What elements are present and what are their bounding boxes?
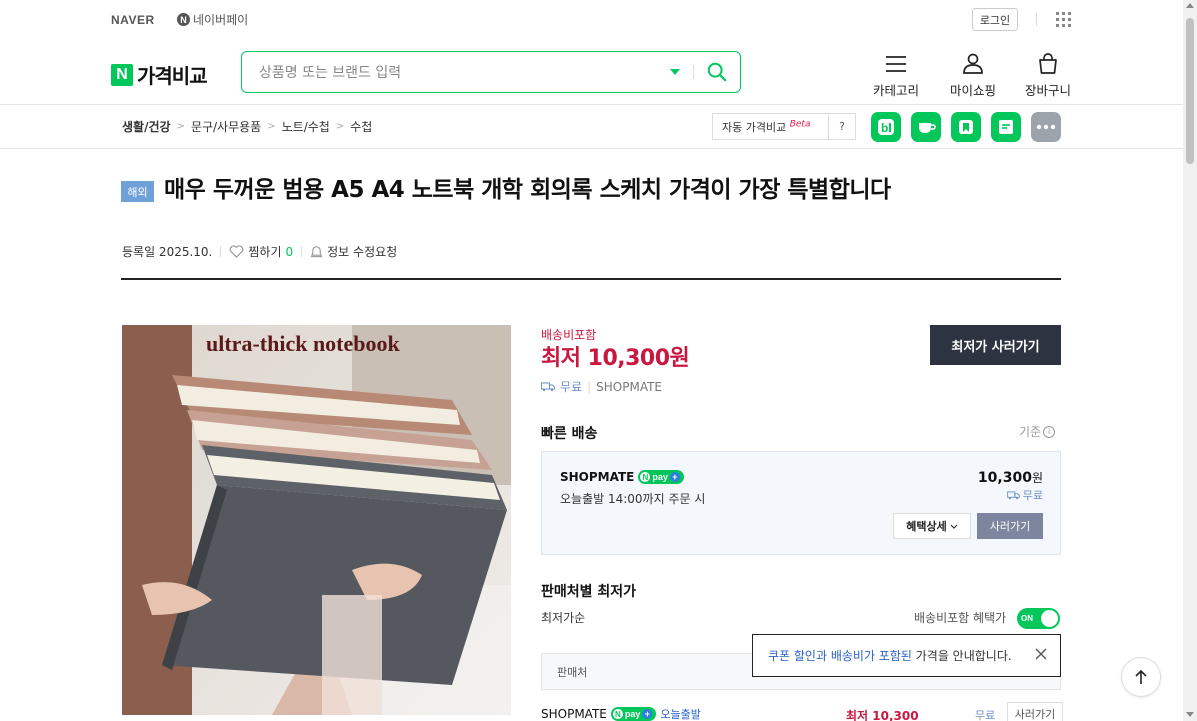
logo-text: 가격비교 xyxy=(137,64,208,88)
zzim-count: 0 xyxy=(285,244,294,259)
naver-pay-link[interactable]: N 네이버페이 xyxy=(177,11,248,28)
divider xyxy=(301,246,303,257)
criteria-button[interactable]: 기준 i xyxy=(1019,423,1056,440)
category-menu-button[interactable]: 카테고리 xyxy=(873,52,919,99)
col-seller: 판매처 xyxy=(557,666,588,679)
search-icon[interactable] xyxy=(706,61,728,83)
cafe-share-button[interactable] xyxy=(911,112,941,142)
price-compare-logo[interactable]: N 가격비교 xyxy=(111,60,208,89)
notebook-illustration: ultra-thick notebook xyxy=(122,325,511,715)
lowest-price: 최저 10,300원 xyxy=(541,346,690,371)
info-icon: i xyxy=(1043,425,1056,438)
image-caption: ultra-thick notebook xyxy=(206,331,401,356)
shipping-info: 무료 | SHOPMATE xyxy=(541,378,662,395)
scroll-up-icon[interactable] xyxy=(1186,3,1194,8)
bookmark-icon xyxy=(959,120,973,134)
today-shipping-tag: 오늘출발 xyxy=(660,708,701,721)
breadcrumb-item[interactable]: 문구/사무용품 xyxy=(191,118,261,135)
svg-text:b: b xyxy=(881,121,888,135)
naver-pay-label: 네이버페이 xyxy=(193,13,249,27)
cart-button[interactable]: 장바구니 xyxy=(1025,52,1071,99)
naver-n-logo: N xyxy=(111,63,133,86)
product-image[interactable]: ultra-thick notebook xyxy=(122,325,511,715)
search-input[interactable]: 상품명 또는 브랜드 입력 xyxy=(259,62,670,82)
breadcrumb-item[interactable]: 노트/수첩 xyxy=(282,118,330,135)
row-go-button[interactable]: 사러가기 xyxy=(1007,702,1063,721)
breadcrumb: 생활/건강 > 문구/사무용품 > 노트/수첩 > 수첩 xyxy=(122,118,372,135)
apps-grid-icon[interactable] xyxy=(1056,12,1071,27)
divider xyxy=(1036,13,1037,26)
npay-plus-badge: Npay + xyxy=(610,707,657,721)
breadcrumb-divider xyxy=(0,148,1183,149)
shipping-benefit-toggle[interactable]: ON xyxy=(1017,608,1060,629)
scrollbar-thumb[interactable] xyxy=(1186,18,1194,164)
chevron-down-icon xyxy=(950,524,958,529)
shipping-benefit-label: 배송비포함 혜택가 xyxy=(914,611,1007,625)
breadcrumb-item[interactable]: 생활/건강 xyxy=(122,118,171,135)
help-button[interactable]: ? xyxy=(828,114,855,139)
table-row[interactable]: SHOPMATE Npay + 오늘출발 xyxy=(541,706,701,721)
title-divider xyxy=(121,278,1061,280)
go-buy-button[interactable]: 사러가기 xyxy=(977,513,1043,539)
menu-icon xyxy=(886,56,906,72)
note-share-button[interactable] xyxy=(991,112,1021,142)
fast-delivery-title: 빠른 배송 xyxy=(541,426,598,442)
naver-home-link[interactable]: NAVER xyxy=(111,13,155,27)
npay-icon: N xyxy=(177,13,190,26)
row-price: 최저 10,300 xyxy=(846,709,919,721)
product-meta: 등록일 2025.10. 찜하기 0 정보 수정요청 xyxy=(122,243,397,260)
fast-delivery-price: 10,300원 xyxy=(977,470,1043,486)
breadcrumb-arrow-icon: > xyxy=(267,121,276,132)
buy-lowest-button[interactable]: 최저가 사러가기 xyxy=(930,325,1061,365)
fast-delivery-shipping: 무료 xyxy=(1000,487,1043,503)
seller-name[interactable]: SHOPMATE xyxy=(596,380,662,394)
keep-share-button[interactable] xyxy=(951,112,981,142)
more-dots-icon xyxy=(1036,124,1056,130)
seller-lowest-title: 판매처별 최저가 xyxy=(541,584,637,600)
divider xyxy=(220,246,222,257)
zzim-button[interactable]: 찜하기 0 xyxy=(229,243,293,260)
registered-date: 등록일 2025.10. xyxy=(122,245,213,259)
cafe-cup-icon xyxy=(919,123,936,133)
price-info-tooltip: 쿠폰 할인과 배송비가 포함된 가격을 안내합니다. xyxy=(752,634,1061,677)
my-shopping-button[interactable]: 마이쇼핑 xyxy=(950,52,996,99)
breadcrumb-arrow-icon: > xyxy=(176,121,185,132)
divider xyxy=(693,65,694,79)
breadcrumb-item[interactable]: 수첩 xyxy=(350,118,372,135)
user-icon xyxy=(963,53,983,74)
product-title: 매우 두꺼운 범용 A5 A4 노트북 개학 회의록 스케치 가격이 가장 특별… xyxy=(164,177,891,203)
header-divider xyxy=(0,104,1183,105)
search-dropdown-icon[interactable] xyxy=(670,69,680,75)
category-label: 카테고리 xyxy=(873,83,920,98)
cart-icon xyxy=(1039,53,1057,74)
more-share-button[interactable] xyxy=(1031,112,1061,142)
close-icon[interactable] xyxy=(1034,647,1048,661)
delivery-note: 오늘출발 14:00까지 주문 시 xyxy=(560,492,706,506)
benefit-detail-button[interactable]: 혜택상세 xyxy=(893,513,971,539)
heart-icon xyxy=(230,245,244,258)
breadcrumb-arrow-icon: > xyxy=(335,121,345,132)
sort-lowest-button[interactable]: 최저가순 xyxy=(541,609,585,626)
truck-icon xyxy=(1006,490,1020,499)
npay-plus-badge: Npay + xyxy=(638,470,684,484)
toggle-knob xyxy=(1041,610,1058,627)
search-box[interactable]: 상품명 또는 브랜드 입력 xyxy=(241,51,741,93)
scroll-down-icon[interactable] xyxy=(1186,712,1194,717)
blog-icon: b xyxy=(878,119,894,135)
memo-icon xyxy=(999,120,1013,134)
auto-compare-label: 자동 가격비교 Beta xyxy=(722,118,811,134)
auto-compare-toggle[interactable]: 자동 가격비교 Beta ? xyxy=(712,113,856,140)
fast-delivery-seller[interactable]: SHOPMATE Npay + xyxy=(560,470,684,484)
blog-share-button[interactable]: b xyxy=(871,112,901,142)
row-shipping: 무료 xyxy=(975,709,996,721)
free-shipping: 무료 xyxy=(560,380,583,394)
login-button[interactable]: 로그인 xyxy=(972,8,1018,31)
bell-icon xyxy=(311,246,323,258)
my-shopping-label: 마이쇼핑 xyxy=(950,83,997,98)
report-info-button[interactable]: 정보 수정요청 xyxy=(310,243,397,260)
cart-label: 장바구니 xyxy=(1025,83,1072,98)
arrow-up-icon xyxy=(1135,669,1147,684)
truck-icon xyxy=(541,382,555,391)
scroll-top-button[interactable] xyxy=(1121,657,1161,697)
